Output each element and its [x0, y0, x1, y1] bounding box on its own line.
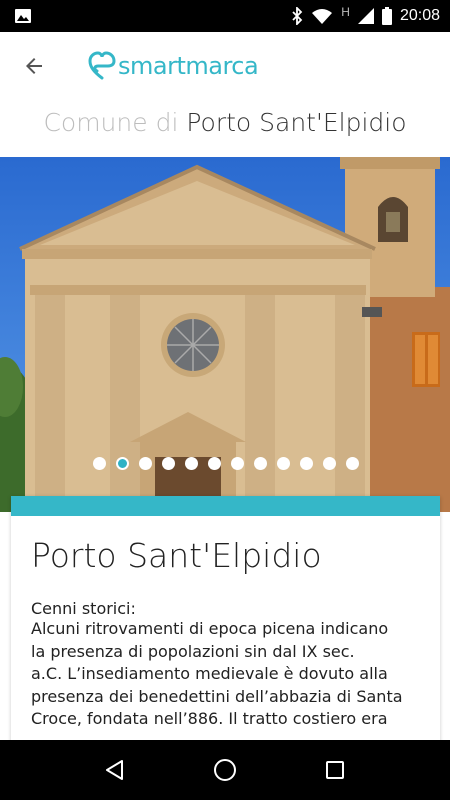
- card-body: Alcuni ritrovamenti di epoca picena indi…: [11, 618, 440, 731]
- carousel-dot[interactable]: [231, 457, 244, 470]
- carousel-dot[interactable]: [139, 457, 152, 470]
- carousel-dots: [0, 457, 450, 470]
- card-subtitle: Cenni storici:: [31, 599, 136, 618]
- status-bar: H 20:08: [0, 0, 450, 32]
- card-accent: [11, 496, 440, 516]
- home-circle-icon: [214, 759, 236, 781]
- carousel-dot[interactable]: [323, 457, 336, 470]
- arrow-left-icon: [26, 58, 42, 74]
- carousel-dot[interactable]: [93, 457, 106, 470]
- carousel-dot[interactable]: [208, 457, 221, 470]
- image-icon: [15, 9, 31, 23]
- carousel-dot[interactable]: [185, 457, 198, 470]
- heart-logo-icon: [88, 51, 116, 80]
- body-line: presenza dei benedettini dell’abbazia di…: [31, 686, 403, 706]
- carousel-dot[interactable]: [300, 457, 313, 470]
- carousel-dot[interactable]: [162, 457, 175, 470]
- carousel-dot[interactable]: [254, 457, 267, 470]
- page-title: Comune di Porto Sant'Elpidio: [0, 108, 450, 137]
- system-nav-bar: [0, 740, 450, 800]
- body-line: Croce, fondata nell’886. Il tratto costi…: [31, 709, 388, 729]
- body-line: a.C. L’insediamento medievale è dovuto a…: [31, 664, 388, 684]
- app-bar: smartmarca: [0, 32, 450, 100]
- card-title: Porto Sant'Elpidio: [31, 536, 322, 575]
- body-line: Alcuni ritrovamenti di epoca picena indi…: [31, 619, 389, 638]
- signal-icon: [357, 8, 374, 24]
- status-time: 20:08: [399, 7, 440, 24]
- recents-square-icon: [326, 761, 344, 779]
- nav-back-button[interactable]: [90, 745, 140, 795]
- body-line: la presenza di popolazioni sin dal IX se…: [31, 641, 355, 661]
- wifi-icon: [312, 9, 333, 24]
- nav-home-button[interactable]: [200, 745, 250, 795]
- status-left: [14, 8, 32, 24]
- app-logo: smartmarca: [88, 51, 259, 81]
- battery-icon: [381, 7, 392, 25]
- status-right: H 20:08: [291, 5, 440, 25]
- title-prefix: Comune di: [43, 108, 179, 137]
- bluetooth-icon: [292, 7, 303, 25]
- logo-text: smartmarca: [118, 52, 259, 80]
- carousel-dot[interactable]: [116, 457, 129, 470]
- back-button[interactable]: [0, 32, 68, 100]
- nav-recents-button[interactable]: [310, 745, 360, 795]
- network-h-icon: H: [341, 5, 350, 19]
- carousel-dot[interactable]: [346, 457, 359, 470]
- info-card: Porto Sant'Elpidio Cenni storici: Alcuni…: [11, 496, 440, 746]
- carousel-dot[interactable]: [277, 457, 290, 470]
- back-triangle-icon: [106, 760, 123, 780]
- image-carousel[interactable]: [0, 157, 450, 512]
- title-town: Porto Sant'Elpidio: [186, 108, 407, 137]
